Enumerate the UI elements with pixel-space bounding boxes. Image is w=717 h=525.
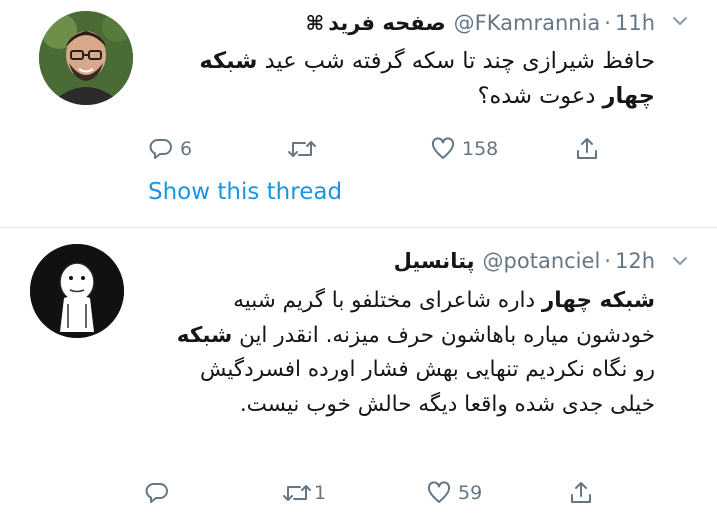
show-thread-link[interactable]: Show this thread: [148, 179, 342, 205]
tweet-header: ⌘ صفحه فرید @FKamrannia · 11h: [150, 8, 655, 38]
retweet-button[interactable]: [287, 134, 323, 164]
reply-count: 6: [180, 138, 193, 160]
user-handle[interactable]: @potanciel: [483, 249, 601, 273]
avatar-image: [30, 244, 124, 338]
chevron-down-icon[interactable]: [669, 10, 691, 32]
like-count: 59: [458, 482, 483, 504]
chevron-down-icon[interactable]: [669, 250, 691, 272]
retweet-button[interactable]: 1: [282, 478, 326, 508]
retweet-icon: [283, 485, 311, 501]
avatar-image: [39, 11, 133, 105]
share-icon: [577, 138, 597, 159]
user-handle[interactable]: @FKamrannia: [454, 11, 601, 35]
tweet-actions: 6 158: [140, 134, 620, 164]
like-button[interactable]: 59: [426, 478, 482, 508]
like-button[interactable]: 158: [430, 134, 498, 164]
display-name[interactable]: پتانسیل: [394, 249, 475, 273]
hashtag-keyword: شبکه: [176, 322, 233, 348]
reply-icon: [145, 483, 168, 503]
retweet-icon: [288, 141, 316, 157]
hashtag-keyword: شبکه چهار: [541, 288, 655, 313]
heart-icon: [431, 137, 455, 159]
share-button[interactable]: [574, 134, 600, 164]
avatar[interactable]: [39, 11, 133, 105]
text-segment: حافظ شیرازی چند تا سکه گرفته شب عید: [257, 48, 655, 74]
tweet-text: شبکه چهار داره شاعرای مختلفو با گریم شبی…: [150, 284, 655, 422]
separator-dot: ·: [604, 11, 611, 35]
display-name[interactable]: صفحه فرید: [328, 11, 445, 35]
retweet-count: 1: [314, 482, 327, 504]
tweet[interactable]: پتانسیل @potanciel · 12h شبکه چهار داره …: [0, 228, 717, 525]
tweet[interactable]: ⌘ صفحه فرید @FKamrannia · 11h حافظ شیراز…: [0, 0, 717, 228]
avatar[interactable]: [30, 244, 124, 338]
heart-icon: [427, 481, 451, 503]
name-emoji: ⌘: [305, 11, 325, 35]
tweet-header: پتانسیل @potanciel · 12h: [150, 246, 655, 276]
timestamp[interactable]: 12h: [615, 249, 655, 273]
reply-button[interactable]: 6: [148, 134, 192, 164]
tweet-actions: 1 59: [140, 478, 620, 508]
reply-button[interactable]: [144, 478, 176, 508]
like-count: 158: [462, 138, 499, 160]
separator-dot: ·: [604, 249, 611, 273]
share-icon: [571, 482, 591, 503]
text-segment: رو نگاه نکردیم تنهایی بهش فشار اورده افس…: [200, 357, 655, 417]
share-button[interactable]: [568, 478, 594, 508]
timestamp[interactable]: 11h: [615, 11, 655, 35]
text-segment: دعوت شده؟: [477, 83, 603, 109]
tweet-text: حافظ شیرازی چند تا سکه گرفته شب عید شبکه…: [150, 44, 655, 114]
reply-icon: [149, 139, 172, 159]
